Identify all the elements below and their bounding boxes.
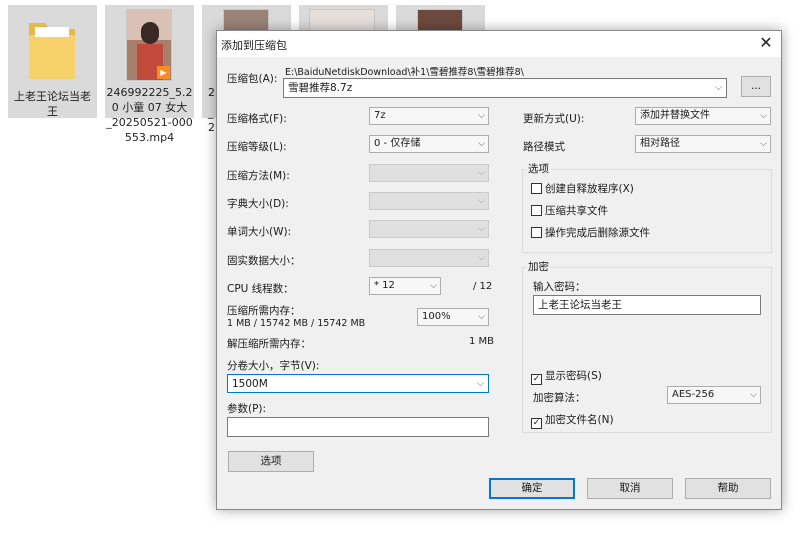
encryption-method-select[interactable]: AES-256 ⌵ — [667, 386, 761, 404]
archive-name-combobox[interactable]: 雪碧推荐8.7z ⌵ — [283, 78, 727, 98]
checkbox-checked-icon: ✓ — [531, 418, 542, 429]
level-select[interactable]: 0 - 仅存储 ⌵ — [369, 135, 489, 153]
file-label: 553.mp4 — [124, 131, 175, 144]
chevron-down-icon: ⌵ — [477, 379, 484, 389]
chevron-down-icon: ⌵ — [715, 83, 722, 93]
split-size-label: 分卷大小，字节(V): — [227, 360, 320, 372]
split-size-value: 1500M — [232, 378, 268, 390]
encryption-group-title: 加密 — [526, 259, 551, 274]
file-label-peek: _ — [208, 106, 214, 119]
checkbox-icon — [531, 205, 542, 216]
dict-size-select: ⌵ — [369, 192, 489, 210]
format-value: 7z — [374, 110, 386, 121]
format-select[interactable]: 7z ⌵ — [369, 107, 489, 125]
compress-shared-checkbox[interactable]: 压缩共享文件 — [531, 203, 608, 218]
checkbox-icon — [531, 183, 542, 194]
cpu-threads-max: / 12 — [473, 281, 493, 292]
chevron-down-icon: ⌵ — [750, 390, 757, 400]
encrypt-names-checkbox[interactable]: ✓ 加密文件名(N) — [531, 412, 614, 429]
method-select: ⌵ — [369, 164, 489, 182]
params-label: 参数(P): — [227, 403, 267, 415]
format-label: 压缩格式(F): — [227, 113, 287, 125]
chevron-down-icon: ⌵ — [478, 253, 485, 263]
chevron-down-icon: ⌵ — [478, 111, 485, 121]
encrypt-names-label: 加密文件名(N) — [545, 414, 614, 426]
show-password-checkbox[interactable]: ✓ 显示密码(S) — [531, 368, 602, 385]
file-label-peek: 2 — [208, 121, 215, 134]
cpu-threads-value: * 12 — [374, 280, 395, 291]
chevron-down-icon: ⌵ — [478, 139, 485, 149]
chevron-down-icon: ⌵ — [478, 196, 485, 206]
video-thumbnail — [417, 9, 463, 31]
browse-button[interactable]: ... — [741, 76, 771, 97]
password-label: 输入密码： — [533, 281, 586, 293]
archive-name-value: 雪碧推荐8.7z — [288, 82, 353, 94]
delete-after-checkbox[interactable]: 操作完成后删除源文件 — [531, 225, 650, 240]
ok-button[interactable]: 确定 — [489, 478, 575, 499]
video-thumbnail: ▶ — [126, 9, 172, 81]
cpu-threads-label: CPU 线程数： — [227, 283, 294, 295]
checkbox-checked-icon: ✓ — [531, 374, 542, 385]
file-label: 246992225_5.2 — [106, 86, 193, 99]
video-thumbnail — [309, 9, 375, 31]
solid-size-select: ⌵ — [369, 249, 489, 267]
mem-decomp-label: 解压缩所需内存： — [227, 338, 311, 350]
chevron-down-icon: ⌵ — [760, 111, 767, 121]
level-label: 压缩等级(L): — [227, 141, 287, 153]
update-mode-value: 添加并替换文件 — [640, 110, 710, 121]
split-size-combobox[interactable]: 1500M ⌵ — [227, 374, 489, 393]
help-button[interactable]: 帮助 — [685, 478, 771, 499]
options-button[interactable]: 选项 — [228, 451, 314, 472]
checkbox-icon — [531, 227, 542, 238]
options-group-title: 选项 — [526, 161, 551, 176]
dialog-title: 添加到压缩包 — [221, 39, 287, 52]
update-mode-label: 更新方式(U): — [523, 113, 585, 125]
password-input[interactable]: 上老王论坛当老王 — [533, 295, 761, 315]
mem-decomp-value: 1 MB — [469, 336, 495, 347]
file-label: 0 小童 07 女大 — [111, 101, 188, 114]
folder-icon — [29, 23, 75, 79]
chevron-down-icon: ⌵ — [760, 139, 767, 149]
word-size-label: 单词大小(W): — [227, 226, 292, 238]
chevron-down-icon: ⌵ — [430, 281, 437, 291]
chevron-down-icon: ⌵ — [478, 168, 485, 178]
word-size-select: ⌵ — [369, 220, 489, 238]
file-tile-video[interactable]: ▶ 246992225_5.2 0 小童 07 女大 _20250521-000… — [105, 5, 194, 144]
path-mode-value: 相对路径 — [640, 138, 680, 149]
encryption-method-value: AES-256 — [672, 389, 715, 400]
chevron-down-icon: ⌵ — [478, 312, 485, 322]
create-sfx-checkbox[interactable]: 创建自释放程序(X) — [531, 181, 634, 196]
file-label: _20250521-000 — [106, 116, 193, 129]
archive-path: E:\BaiduNetdiskDownload\补1\雪碧推荐8\雪碧推荐8\ — [285, 67, 524, 78]
cpu-threads-select[interactable]: * 12 ⌵ — [369, 277, 441, 295]
play-badge-icon: ▶ — [157, 66, 170, 79]
mem-comp-label: 压缩所需内存： — [227, 305, 301, 317]
cancel-button[interactable]: 取消 — [587, 478, 673, 499]
mem-percent-select[interactable]: 100% ⌵ — [417, 308, 489, 326]
title-bar[interactable]: 添加到压缩包 ✕ — [217, 31, 781, 57]
encryption-method-label: 加密算法： — [533, 392, 586, 404]
create-sfx-label: 创建自释放程序(X) — [545, 183, 634, 195]
close-icon[interactable]: ✕ — [751, 31, 781, 57]
mem-comp-value: 1 MB / 15742 MB / 15742 MB — [227, 318, 366, 329]
update-mode-select[interactable]: 添加并替换文件 ⌵ — [635, 107, 771, 125]
dict-size-label: 字典大小(D): — [227, 198, 289, 210]
file-label: 上老王论坛当老 — [14, 90, 91, 103]
add-to-archive-dialog: 添加到压缩包 ✕ 压缩包(A): E:\BaiduNetdiskDownload… — [216, 30, 782, 510]
file-label: 王 — [47, 105, 58, 118]
path-mode-select[interactable]: 相对路径 ⌵ — [635, 135, 771, 153]
chevron-down-icon: ⌵ — [478, 224, 485, 234]
mem-percent-value: 100% — [422, 311, 451, 322]
level-value: 0 - 仅存储 — [374, 138, 421, 149]
show-password-label: 显示密码(S) — [545, 370, 602, 382]
params-input[interactable] — [227, 417, 489, 437]
compress-shared-label: 压缩共享文件 — [545, 205, 608, 217]
video-thumbnail — [223, 9, 269, 31]
method-label: 压缩方法(M): — [227, 170, 290, 182]
solid-size-label: 固实数据大小： — [227, 255, 301, 267]
archive-label: 压缩包(A): — [227, 73, 278, 85]
delete-after-label: 操作完成后删除源文件 — [545, 227, 650, 239]
path-mode-label: 路径模式 — [523, 141, 565, 153]
file-tile-folder[interactable]: 上老王论坛当老 王 — [8, 5, 97, 118]
